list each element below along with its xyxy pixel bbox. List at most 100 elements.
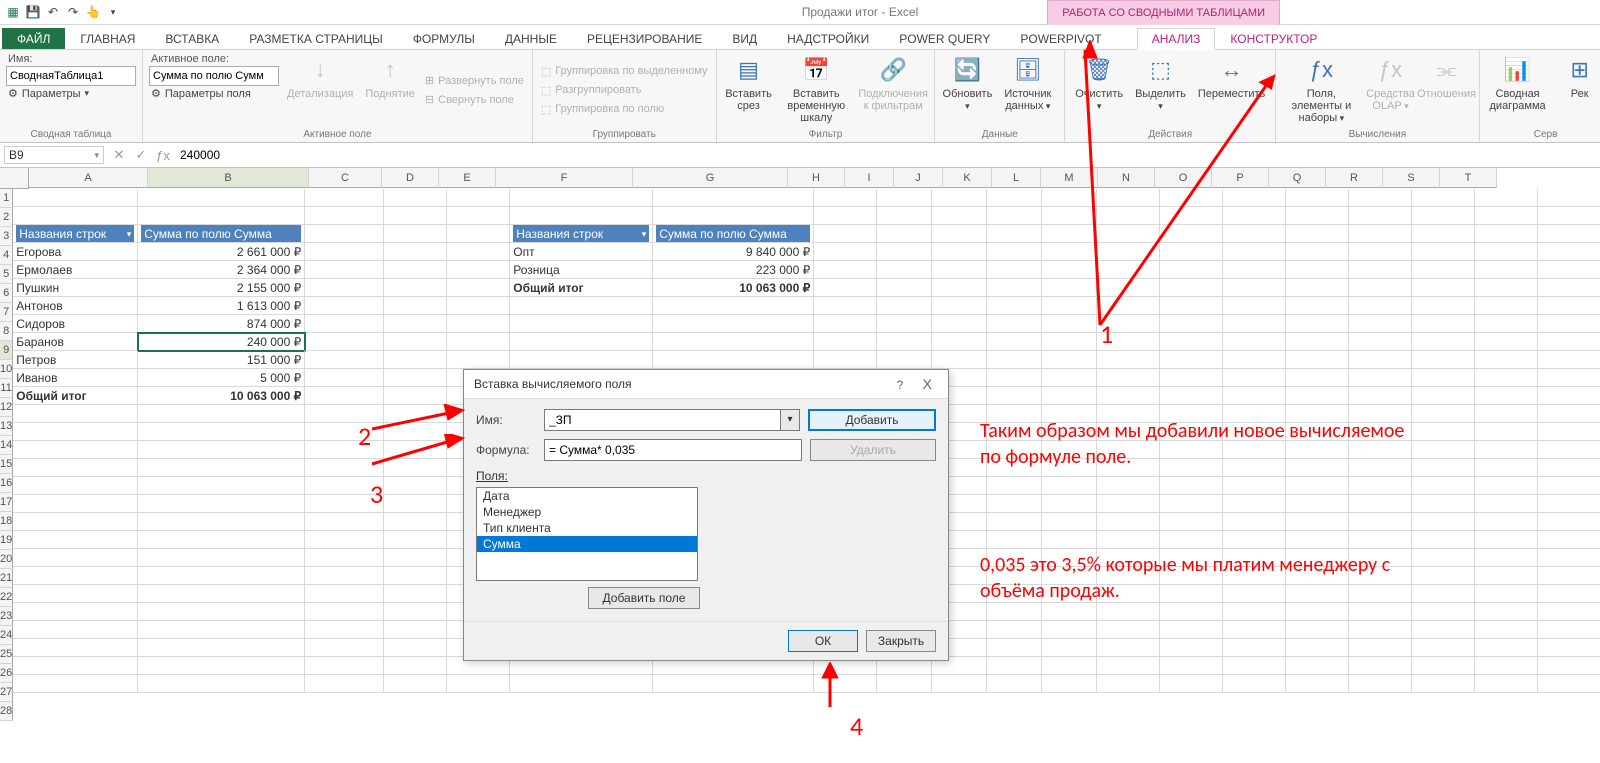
cell[interactable] (877, 279, 932, 297)
cell[interactable] (1097, 639, 1160, 657)
cell[interactable]: 10 063 000 ₽ (138, 387, 305, 405)
cell[interactable] (1223, 189, 1286, 207)
cell[interactable] (814, 243, 877, 261)
cell[interactable]: 874 000 ₽ (138, 315, 305, 333)
cell[interactable]: 151 000 ₽ (138, 351, 305, 369)
cell[interactable] (1223, 585, 1286, 603)
undo-icon[interactable]: ↶ (44, 3, 62, 21)
cell[interactable] (1349, 441, 1412, 459)
data-source-button[interactable]: 🗄Источник данных ▾ (997, 52, 1058, 128)
cell[interactable] (1412, 603, 1475, 621)
cell[interactable] (1475, 549, 1538, 567)
column-header[interactable]: B (148, 168, 309, 188)
cell[interactable] (932, 675, 987, 693)
cell[interactable] (987, 243, 1042, 261)
formula-input[interactable] (174, 146, 1600, 164)
touch-icon[interactable]: 👆 (84, 3, 102, 21)
cell[interactable] (987, 405, 1042, 423)
row-header[interactable]: 17 (0, 493, 13, 512)
cell[interactable] (1286, 333, 1349, 351)
row-header[interactable]: 18 (0, 512, 13, 531)
cell[interactable] (814, 261, 877, 279)
cell[interactable] (447, 675, 510, 693)
tab-review[interactable]: РЕЦЕНЗИРОВАНИЕ (572, 28, 717, 49)
insert-slicer-button[interactable]: ▤Вставить срез (723, 52, 775, 128)
cell[interactable] (1349, 477, 1412, 495)
cell[interactable] (814, 315, 877, 333)
cell[interactable] (13, 513, 138, 531)
cell[interactable] (877, 207, 932, 225)
fields-items-sets-button[interactable]: ƒxПоля, элементы и наборы ▾ (1282, 52, 1360, 128)
cell[interactable] (1160, 351, 1223, 369)
cell[interactable] (987, 351, 1042, 369)
cell[interactable]: Антонов (13, 297, 138, 315)
cell[interactable] (138, 549, 305, 567)
cell[interactable] (1097, 315, 1160, 333)
cell[interactable] (138, 657, 305, 675)
cell[interactable] (138, 495, 305, 513)
cell[interactable] (987, 531, 1042, 549)
cell[interactable] (384, 333, 447, 351)
cell[interactable] (1538, 279, 1600, 297)
cell[interactable] (13, 495, 138, 513)
cell[interactable] (1042, 621, 1097, 639)
cell[interactable]: Иванов (13, 369, 138, 387)
list-item[interactable]: Сумма (477, 536, 697, 552)
cell[interactable] (1412, 315, 1475, 333)
cell[interactable] (1349, 405, 1412, 423)
pivot-name-input[interactable] (6, 66, 136, 86)
cell[interactable] (1042, 639, 1097, 657)
cell[interactable] (932, 297, 987, 315)
cell[interactable] (1412, 351, 1475, 369)
cell[interactable] (305, 279, 384, 297)
cell[interactable] (987, 189, 1042, 207)
cell[interactable] (1412, 279, 1475, 297)
row-header[interactable]: 20 (0, 550, 13, 569)
cell[interactable] (1042, 513, 1097, 531)
cell[interactable] (987, 675, 1042, 693)
cell[interactable] (1042, 405, 1097, 423)
cell[interactable] (987, 423, 1042, 441)
cell[interactable] (510, 189, 653, 207)
cell[interactable] (1475, 297, 1538, 315)
cell[interactable] (987, 387, 1042, 405)
cell[interactable] (1097, 243, 1160, 261)
cell[interactable] (1160, 387, 1223, 405)
cell[interactable] (1349, 495, 1412, 513)
cell[interactable] (447, 333, 510, 351)
cell[interactable] (1286, 549, 1349, 567)
cell[interactable] (653, 207, 814, 225)
cell[interactable] (1160, 459, 1223, 477)
cell[interactable] (1286, 657, 1349, 675)
cell[interactable] (1349, 585, 1412, 603)
cell[interactable] (510, 675, 653, 693)
cell[interactable] (1097, 495, 1160, 513)
cell[interactable] (1475, 387, 1538, 405)
select-button[interactable]: ⬚Выделить▾ (1131, 52, 1190, 128)
cell[interactable] (1160, 621, 1223, 639)
cell[interactable] (305, 243, 384, 261)
tab-design[interactable]: КОНСТРУКТОР (1215, 28, 1332, 49)
cell[interactable] (987, 441, 1042, 459)
cell[interactable] (1286, 495, 1349, 513)
cell[interactable] (987, 567, 1042, 585)
row-header[interactable]: 26 (0, 664, 13, 683)
cell[interactable] (932, 333, 987, 351)
cell[interactable] (987, 261, 1042, 279)
cell[interactable] (1223, 423, 1286, 441)
dialog-close-button[interactable]: X (917, 376, 938, 392)
cell[interactable] (1223, 495, 1286, 513)
column-header[interactable]: Q (1269, 168, 1326, 188)
cell[interactable] (305, 315, 384, 333)
cell[interactable] (932, 351, 987, 369)
cell[interactable] (877, 225, 932, 243)
cell[interactable] (447, 315, 510, 333)
cell[interactable] (1097, 477, 1160, 495)
cell[interactable] (1042, 423, 1097, 441)
cell[interactable] (305, 351, 384, 369)
cell[interactable] (1097, 423, 1160, 441)
cell[interactable] (1160, 585, 1223, 603)
close-dialog-button[interactable]: Закрыть (866, 630, 936, 652)
cell[interactable] (987, 657, 1042, 675)
cell[interactable] (138, 567, 305, 585)
